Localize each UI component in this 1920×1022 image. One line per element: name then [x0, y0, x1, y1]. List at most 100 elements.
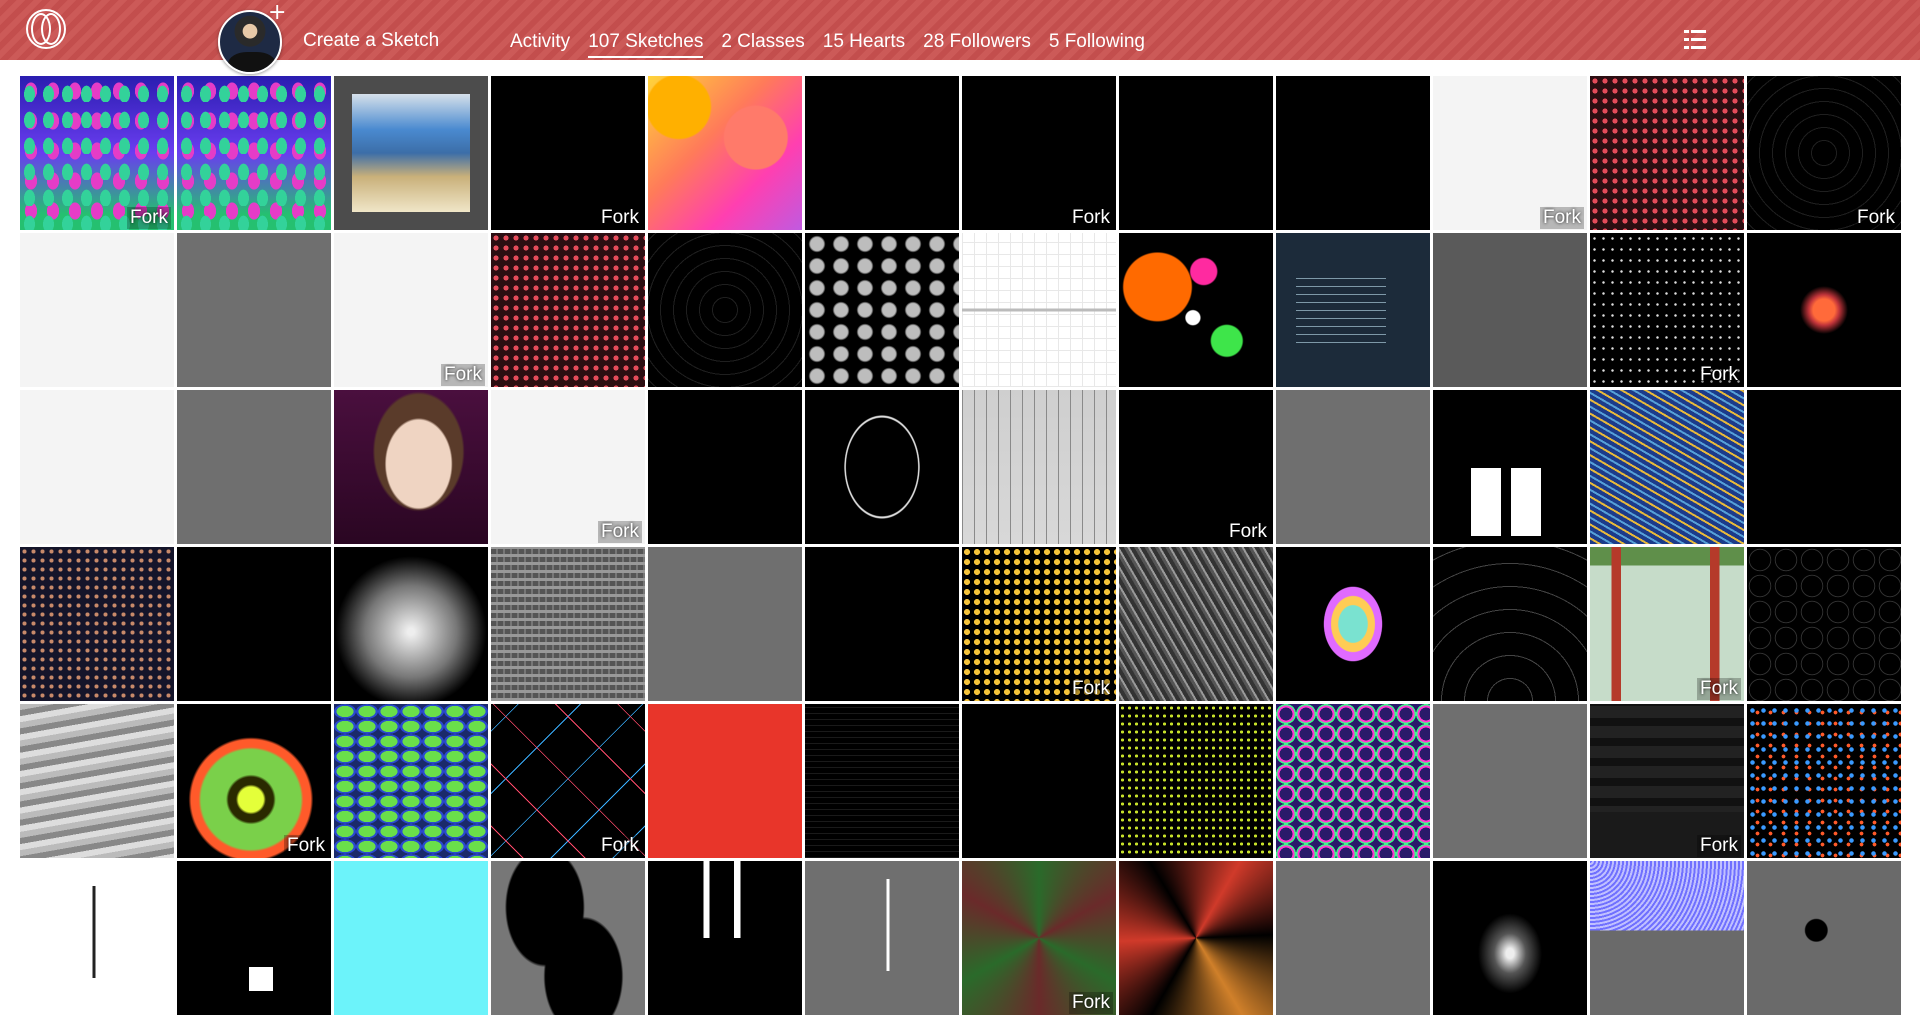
sketch-thumbnail-swirl-painting[interactable] — [1590, 390, 1744, 544]
nav-tab-following[interactable]: 5 Following — [1049, 31, 1145, 58]
sketch-thumbnail-color-blob[interactable] — [1276, 547, 1430, 701]
sketch-thumbnail-white-stripes[interactable] — [648, 861, 802, 1015]
sketch-thumbnail-tiny-blob[interactable] — [1747, 861, 1901, 1015]
sketch-thumbnail-gray-text[interactable] — [491, 547, 645, 701]
sketch-thumbnail-black-canvas[interactable] — [805, 76, 959, 230]
sketch-thumbnail-gray-canvas[interactable] — [177, 390, 331, 544]
sketch-thumbnail-green-star[interactable]: Fork — [962, 861, 1116, 1015]
sketch-thumbnail-black-canvas[interactable] — [648, 390, 802, 544]
sketch-thumbnail-kittens[interactable] — [1433, 390, 1587, 544]
fork-button[interactable]: Fork — [441, 364, 485, 386]
sketch-thumbnail-graph-plot[interactable] — [962, 233, 1116, 387]
sketch-thumbnail-essay-page[interactable] — [1276, 233, 1430, 387]
sketch-thumbnail-pastel-cells[interactable] — [648, 76, 802, 230]
nav-tab-sketches[interactable]: 107 Sketches — [588, 31, 704, 58]
list-view-icon[interactable] — [1684, 30, 1706, 50]
sketch-thumbnail-stacked-discs[interactable] — [334, 704, 488, 858]
fork-button[interactable]: Fork — [1697, 678, 1741, 700]
fork-button[interactable]: Fork — [284, 835, 328, 857]
fork-button[interactable]: Fork — [1697, 835, 1741, 857]
sketch-thumbnail-tree[interactable] — [20, 861, 174, 1015]
sketch-thumbnail-gray-blobs[interactable] — [805, 233, 959, 387]
fork-button[interactable]: Fork — [598, 207, 642, 229]
sketch-thumbnail-portrait[interactable] — [334, 390, 488, 544]
fork-button[interactable]: Fork — [1697, 364, 1741, 386]
sketch-thumbnail-starfield[interactable]: Fork — [1590, 233, 1744, 387]
sketch-thumbnail-gray-canvas[interactable] — [1276, 390, 1430, 544]
sketch-thumbnail-dark-gray-canvas[interactable] — [1433, 233, 1587, 387]
sketch-thumbnail-color-chains[interactable] — [1276, 704, 1430, 858]
sketch-thumbnail-halftone[interactable] — [20, 547, 174, 701]
sketch-thumbnail-dark-dots[interactable]: Fork — [491, 76, 645, 230]
sketch-thumbnail-black-canvas[interactable] — [1747, 390, 1901, 544]
sketch-thumbnail-flower-circles[interactable] — [1590, 76, 1744, 230]
sketch-thumbnail-red-canvas[interactable] — [648, 704, 802, 858]
sketch-thumbnail-wire-sphere[interactable] — [805, 390, 959, 544]
sketch-thumbnail-black-canvas[interactable] — [177, 547, 331, 701]
fork-button[interactable]: Fork — [598, 835, 642, 857]
sketch-thumbnail-color-bubbles[interactable] — [1119, 233, 1273, 387]
sketch-thumbnail-white-canvas[interactable]: Fork — [1433, 76, 1587, 230]
add-icon[interactable]: + — [268, 2, 286, 24]
sketch-thumbnail-line-burst[interactable] — [334, 547, 488, 701]
sketch-thumbnail-ring-grid[interactable] — [1747, 547, 1901, 701]
sketch-thumbnail-glow-orb[interactable] — [1747, 233, 1901, 387]
sketch-thumbnail-white-square[interactable] — [177, 861, 331, 1015]
sketch-thumbnail-white-canvas[interactable] — [20, 233, 174, 387]
fork-button[interactable]: Fork — [1069, 207, 1113, 229]
sketch-thumbnail-falling-dots[interactable] — [805, 861, 959, 1015]
nav-tab-followers[interactable]: 28 Followers — [923, 31, 1031, 58]
sketch-thumbnail-radar-rings[interactable]: Fork — [1747, 76, 1901, 230]
fork-button[interactable]: Fork — [598, 521, 642, 543]
sketch-thumbnail-light-flare[interactable] — [1433, 861, 1587, 1015]
nav-tab-activity[interactable]: Activity — [510, 31, 570, 58]
sketch-thumbnail-black-canvas[interactable] — [962, 704, 1116, 858]
sketch-thumbnail-black-canvas[interactable] — [1276, 76, 1430, 230]
fork-button[interactable]: Fork — [127, 207, 171, 229]
sketch-thumbnail-gray-terrain[interactable] — [20, 704, 174, 858]
sketch-thumbnail-timeline-bars[interactable] — [962, 390, 1116, 544]
sketch-thumbnail-ovals-pattern[interactable] — [177, 76, 331, 230]
fork-button[interactable]: Fork — [1069, 992, 1113, 1014]
fork-button[interactable]: Fork — [1226, 521, 1270, 543]
sketch-thumbnail-white-canvas[interactable]: Fork — [491, 390, 645, 544]
sketch-thumbnail-red-circles[interactable] — [491, 233, 645, 387]
sketch-thumbnail-particles[interactable]: Fork — [962, 547, 1116, 701]
top-bar: + Create a Sketch Activity 107 Sketches 2 … — [0, 0, 1920, 74]
sketch-thumbnail-black-canvas[interactable]: Fork — [1119, 390, 1273, 544]
sketch-thumbnail-gray-canvas[interactable] — [1276, 861, 1430, 1015]
sketch-thumbnail-crosses[interactable]: Fork — [491, 704, 645, 858]
sketch-thumbnail-dim-lines[interactable] — [805, 704, 959, 858]
fork-button[interactable]: Fork — [1540, 207, 1584, 229]
sketch-thumbnail-dark-dots[interactable] — [1119, 76, 1273, 230]
sketch-thumbnail-map-dots[interactable] — [1119, 704, 1273, 858]
sketch-thumbnail-painting[interactable] — [334, 76, 488, 230]
sketch-thumbnail-white-canvas[interactable]: Fork — [334, 233, 488, 387]
sketch-thumbnail-color-names[interactable]: Fork — [1590, 704, 1744, 858]
create-sketch-link[interactable]: Create a Sketch — [303, 30, 439, 52]
sketch-thumbnail-confetti[interactable] — [1747, 704, 1901, 858]
sketch-thumbnail-black-ellipses[interactable] — [491, 861, 645, 1015]
sketch-thumbnail-black-canvas[interactable]: Fork — [962, 76, 1116, 230]
sketch-thumbnail-gray-canvas[interactable] — [648, 547, 802, 701]
nav-tab-classes[interactable]: 2 Classes — [721, 31, 804, 58]
sketch-thumbnail-white-canvas[interactable] — [20, 390, 174, 544]
sketch-thumbnail-radar-rings[interactable] — [648, 233, 802, 387]
sketch-thumbnail-gray-canvas[interactable] — [177, 233, 331, 387]
openprocessing-logo-icon[interactable] — [26, 9, 66, 49]
sketch-thumbnail-noise-waves[interactable] — [1119, 547, 1273, 701]
sketch-thumbnail-red-star[interactable] — [1119, 861, 1273, 1015]
sketch-thumbnail-black-canvas[interactable] — [805, 547, 959, 701]
sketch-thumbnail-line-arcs[interactable] — [1433, 547, 1587, 701]
fork-button[interactable]: Fork — [1069, 678, 1113, 700]
nav-tab-hearts[interactable]: 15 Hearts — [823, 31, 905, 58]
sketch-grid: Fork Fork Fork Fork Fork Fork Fork Fork Fork Fork… — [20, 76, 1901, 1015]
sketch-thumbnail-green-spiral[interactable]: Fork — [177, 704, 331, 858]
sketch-thumbnail-golden-gate[interactable]: Fork — [1590, 547, 1744, 701]
sketch-thumbnail-ovals-pattern[interactable]: Fork — [20, 76, 174, 230]
sketch-thumbnail-cyan-canvas[interactable] — [334, 861, 488, 1015]
sketch-thumbnail-gray-canvas[interactable] — [1433, 704, 1587, 858]
sketch-thumbnail-moire[interactable] — [1590, 861, 1744, 1015]
fork-button[interactable]: Fork — [1854, 207, 1898, 229]
profile-nav: Activity 107 Sketches 2 Classes 15 Hearts 28… — [510, 31, 1145, 58]
